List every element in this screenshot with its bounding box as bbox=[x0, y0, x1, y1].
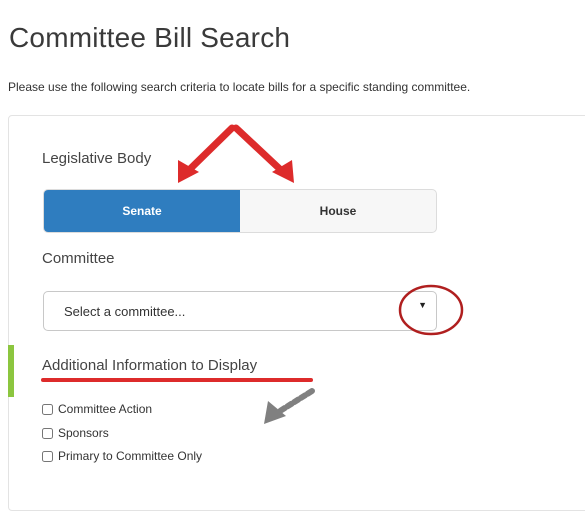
committee-action-option[interactable]: Committee Action bbox=[42, 402, 152, 416]
committee-select-value: Select a committee... bbox=[64, 303, 186, 319]
sponsors-option[interactable]: Sponsors bbox=[42, 426, 109, 440]
primary-to-committee-checkbox[interactable] bbox=[42, 450, 53, 462]
committee-action-checkbox[interactable] bbox=[42, 403, 53, 415]
page-title: Committee Bill Search bbox=[9, 22, 291, 53]
committee-select[interactable]: Select a committee... ▼ bbox=[43, 291, 437, 331]
primary-to-committee-label: Primary to Committee Only bbox=[58, 449, 203, 463]
sponsors-checkbox[interactable] bbox=[42, 427, 53, 439]
committee-label: Committee bbox=[42, 250, 115, 267]
chevron-down-icon[interactable]: ▼ bbox=[418, 300, 427, 310]
intro-text: Please use the following search criteria… bbox=[8, 80, 471, 94]
green-marker bbox=[8, 345, 14, 397]
legislative-body-label: Legislative Body bbox=[42, 150, 152, 167]
house-button[interactable]: House bbox=[240, 190, 436, 232]
committee-action-label: Committee Action bbox=[58, 402, 153, 416]
legislative-body-toggle: Senate House bbox=[43, 189, 437, 233]
red-underline-annotation bbox=[41, 378, 313, 382]
primary-to-committee-option[interactable]: Primary to Committee Only bbox=[42, 449, 202, 463]
additional-info-heading: Additional Information to Display bbox=[42, 357, 258, 374]
senate-button[interactable]: Senate bbox=[44, 190, 240, 232]
sponsors-label: Sponsors bbox=[58, 426, 109, 440]
